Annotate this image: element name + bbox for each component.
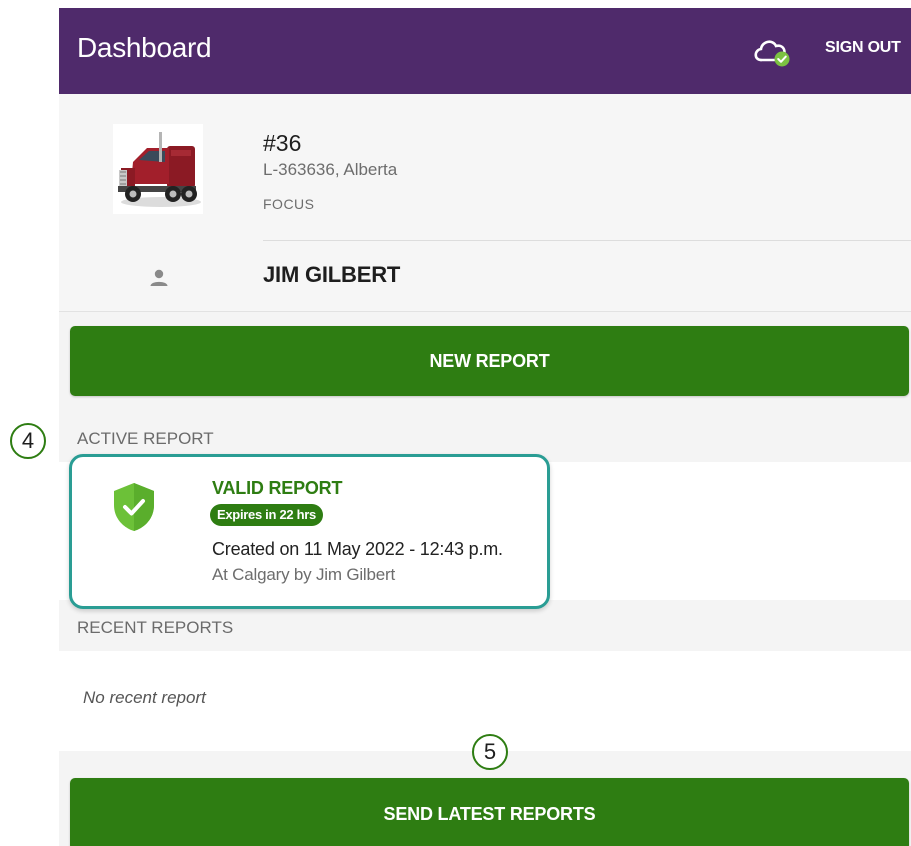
person-icon (150, 269, 168, 286)
truck-image (113, 124, 203, 214)
send-latest-reports-button[interactable]: SEND LATEST REPORTS (70, 778, 909, 846)
driver-name: JIM GILBERT (263, 262, 401, 287)
no-recent-report-text: No recent report (83, 688, 206, 707)
dashboard-app: Dashboard SIGN OUT #36 L-363636, Alberta… (59, 8, 911, 846)
cloud-check-icon[interactable] (751, 34, 793, 68)
vehicle-card[interactable]: #36 L-363636, Alberta FOCUS JIM GILBERT (59, 94, 911, 312)
sign-out-button[interactable]: SIGN OUT (825, 39, 901, 57)
expires-badge: Expires in 22 hrs (210, 504, 323, 526)
vehicle-plate: L-363636, Alberta (263, 160, 398, 179)
report-location: At Calgary by Jim Gilbert (212, 565, 395, 584)
recent-reports-heading: RECENT REPORTS (77, 618, 234, 637)
vehicle-model: FOCUS (263, 196, 315, 212)
report-status: VALID REPORT (212, 478, 343, 498)
step-marker-5: 5 (472, 734, 508, 770)
step-marker-4: 4 (10, 423, 46, 459)
shield-check-icon (114, 483, 154, 531)
app-header: Dashboard SIGN OUT (59, 8, 911, 94)
active-report-card[interactable]: VALID REPORT Expires in 22 hrs Created o… (69, 454, 550, 609)
report-created-date: Created on 11 May 2022 - 12:43 p.m. (212, 539, 503, 559)
new-report-button[interactable]: NEW REPORT (70, 326, 909, 396)
vehicle-number: #36 (263, 130, 302, 156)
active-report-heading: ACTIVE REPORT (77, 429, 214, 448)
card-divider (263, 240, 911, 241)
page-title: Dashboard (77, 32, 212, 63)
